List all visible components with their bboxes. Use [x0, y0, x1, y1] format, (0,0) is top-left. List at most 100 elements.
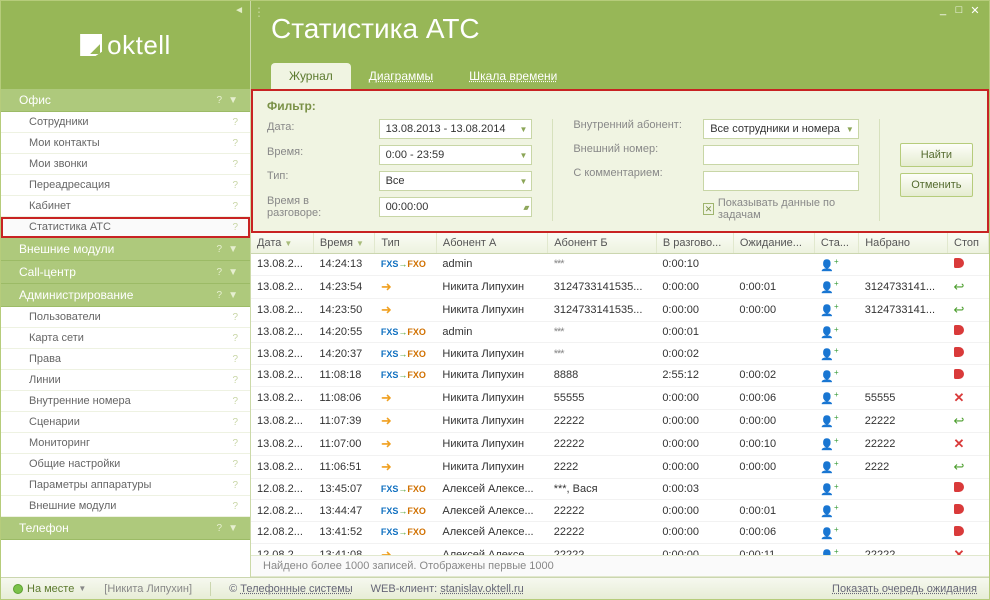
table-row[interactable]: 13.08.2...11:08:18FXS→FXOНикита Липухин8… — [251, 364, 989, 386]
help-icon[interactable]: ? — [232, 438, 238, 449]
help-icon[interactable]: ? — [232, 159, 238, 170]
show-queue-link[interactable]: Показать очередь ожидания — [832, 583, 977, 595]
help-icon[interactable]: ? — [232, 180, 238, 191]
nav-item[interactable]: Линии? — [1, 370, 250, 391]
help-icon[interactable]: ? — [232, 117, 238, 128]
nav-item[interactable]: Внешние модули? — [1, 496, 250, 517]
help-icon[interactable]: ? — [232, 201, 238, 212]
link-webclient[interactable]: stanislav.oktell.ru — [440, 583, 524, 595]
help-icon[interactable]: ? — [232, 501, 238, 512]
nav-item[interactable]: Параметры аппаратуры? — [1, 475, 250, 496]
table-row[interactable]: 12.08.2...13:41:52FXS→FXOАлексей Алексе.… — [251, 521, 989, 543]
nav-item[interactable]: Права? — [1, 349, 250, 370]
link-vendor[interactable]: Телефонные системы — [240, 583, 352, 595]
label-type: Тип: — [267, 170, 359, 182]
help-icon[interactable]: ? — [217, 290, 223, 301]
nav-item[interactable]: Мониторинг? — [1, 433, 250, 454]
table-row[interactable]: 12.08.2...13:45:07FXS→FXOАлексей Алексе.… — [251, 478, 989, 500]
help-icon[interactable]: ? — [232, 375, 238, 386]
nav-item[interactable]: Мои звонки? — [1, 154, 250, 175]
table-row[interactable]: 12.08.2...13:44:47FXS→FXOАлексей Алексе.… — [251, 500, 989, 522]
column-header[interactable]: Время▼ — [313, 233, 374, 254]
nav-item[interactable]: Сотрудники? — [1, 112, 250, 133]
find-button[interactable]: Найти — [900, 143, 973, 167]
column-header[interactable]: В разгово... — [656, 233, 733, 254]
table-row[interactable]: 13.08.2...11:08:06➜Никита Липухин555550:… — [251, 386, 989, 409]
help-icon[interactable]: ? — [232, 417, 238, 428]
input-internal[interactable]: Все сотрудники и номера▼ — [703, 119, 859, 139]
nav-item[interactable]: Пользователи? — [1, 307, 250, 328]
table-wrapper[interactable]: Дата▼Время▼ТипАбонент ААбонент БВ разгов… — [251, 233, 989, 555]
help-icon[interactable]: ? — [232, 138, 238, 149]
nav-section[interactable]: Телефон?▼ — [1, 517, 250, 540]
column-header[interactable]: Набрано — [859, 233, 948, 254]
table-row[interactable]: 13.08.2...11:06:51➜Никита Липухин22220:0… — [251, 455, 989, 478]
label-external: Внешний номер: — [573, 143, 683, 155]
nav-item[interactable]: Общие настройки? — [1, 454, 250, 475]
help-icon[interactable]: ? — [232, 333, 238, 344]
stop-arrow-icon: ↩ — [954, 279, 965, 294]
help-icon[interactable]: ? — [232, 480, 238, 491]
table-row[interactable]: 13.08.2...14:23:50➜Никита Липухин3124733… — [251, 298, 989, 321]
checkbox-show-tasks[interactable]: ✕ Показывать данные по задачам — [703, 197, 859, 221]
input-time[interactable]: 0:00 - 23:59▼ — [379, 145, 533, 165]
chevron-down-icon: ▼ — [78, 584, 86, 593]
help-icon[interactable]: ? — [217, 267, 223, 278]
column-header[interactable]: Тип — [375, 233, 437, 254]
help-icon[interactable]: ? — [232, 312, 238, 323]
collapse-sidebar-icon[interactable]: ◄ — [234, 5, 244, 16]
table-row[interactable]: 13.08.2...14:23:54➜Никита Липухин3124733… — [251, 275, 989, 298]
input-comment[interactable] — [703, 171, 859, 191]
stop-x-icon: ✕ — [954, 547, 965, 555]
help-icon[interactable]: ? — [217, 244, 223, 255]
table-row[interactable]: 12.08.2...13:41:08➜Алексей Алексе...2222… — [251, 543, 989, 555]
nav-item[interactable]: Внутренние номера? — [1, 391, 250, 412]
nav-section[interactable]: Внешние модули?▼ — [1, 238, 250, 261]
chevron-down-icon: ▼ — [519, 125, 527, 134]
column-header[interactable]: Ожидание... — [733, 233, 814, 254]
input-talk[interactable]: 00:00:00▴▾ — [379, 197, 533, 217]
panel-handle-icon[interactable]: ⋮ — [253, 5, 265, 19]
table-row[interactable]: 13.08.2...11:07:00➜Никита Липухин222220:… — [251, 432, 989, 455]
column-header[interactable]: Абонент А — [436, 233, 547, 254]
help-icon[interactable]: ? — [232, 354, 238, 365]
input-date[interactable]: 13.08.2013 - 13.08.2014▼ — [379, 119, 533, 139]
close-button[interactable]: ✕ — [968, 4, 982, 17]
nav-item[interactable]: Карта сети? — [1, 328, 250, 349]
column-header[interactable]: Ста... — [814, 233, 858, 254]
sidebar: ◄ oktell Офис?▼Сотрудники?Мои контакты?М… — [1, 1, 251, 577]
help-icon[interactable]: ? — [217, 523, 223, 534]
nav-item[interactable]: Мои контакты? — [1, 133, 250, 154]
nav-section[interactable]: Офис?▼ — [1, 89, 250, 112]
table-row[interactable]: 13.08.2...14:20:37FXS→FXOНикита Липухин*… — [251, 343, 989, 365]
column-header[interactable]: Дата▼ — [251, 233, 313, 254]
help-icon[interactable]: ? — [232, 222, 238, 233]
table-row[interactable]: 13.08.2...14:24:13FXS→FXOadmin***0:00:10… — [251, 254, 989, 276]
tab[interactable]: Журнал — [271, 63, 351, 89]
nav-section[interactable]: Администрирование?▼ — [1, 284, 250, 307]
table-row[interactable]: 13.08.2...14:20:55FXS→FXOadmin***0:00:01… — [251, 321, 989, 343]
divider — [210, 582, 211, 596]
nav-section[interactable]: Call-центр?▼ — [1, 261, 250, 284]
nav-item[interactable]: Кабинет? — [1, 196, 250, 217]
presence-selector[interactable]: На месте ▼ — [13, 583, 86, 595]
arrow-right-icon: ➜ — [381, 413, 392, 428]
help-icon[interactable]: ? — [232, 396, 238, 407]
nav-item[interactable]: Переадресация? — [1, 175, 250, 196]
input-type[interactable]: Все▼ — [379, 171, 533, 191]
tab[interactable]: Диаграммы — [351, 63, 451, 89]
column-header[interactable]: Абонент Б — [548, 233, 657, 254]
nav-item[interactable]: Сценарии? — [1, 412, 250, 433]
tab[interactable]: Шкала времени — [451, 63, 575, 89]
maximize-button[interactable]: □ — [952, 4, 966, 17]
minimize-button[interactable]: _ — [936, 4, 950, 17]
help-icon[interactable]: ? — [217, 95, 223, 106]
input-external[interactable] — [703, 145, 859, 165]
cancel-button[interactable]: Отменить — [900, 173, 973, 197]
nav: Офис?▼Сотрудники?Мои контакты?Мои звонки… — [1, 89, 250, 577]
nav-item[interactable]: Статистика АТС? — [1, 217, 250, 238]
table-row[interactable]: 13.08.2...11:07:39➜Никита Липухин222220:… — [251, 409, 989, 432]
help-icon[interactable]: ? — [232, 459, 238, 470]
presence-label: На месте — [27, 583, 74, 595]
column-header[interactable]: Стоп — [948, 233, 989, 254]
